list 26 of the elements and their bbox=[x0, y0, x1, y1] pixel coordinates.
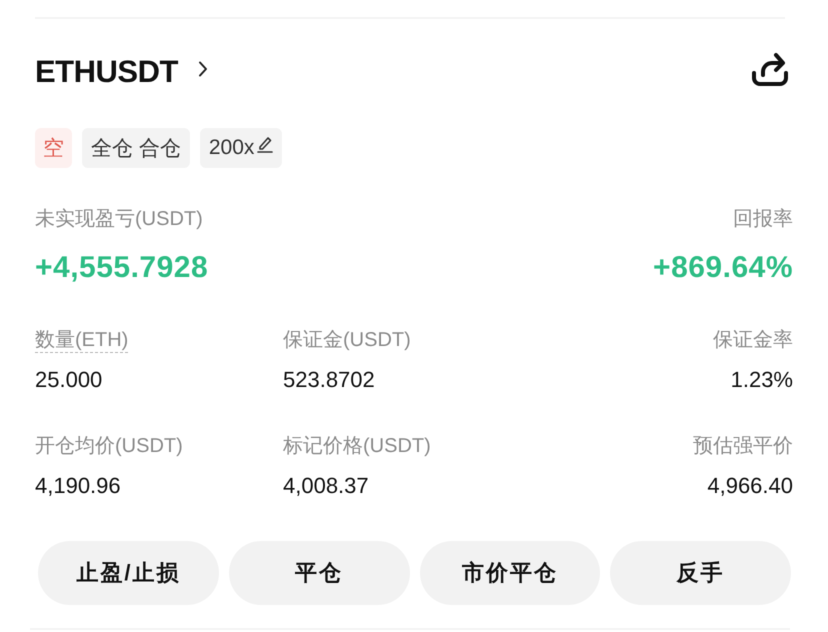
stat-value: 25.000 bbox=[35, 366, 104, 394]
stat-label: 保证金率 bbox=[713, 328, 793, 352]
action-button[interactable]: 平仓 bbox=[228, 541, 410, 605]
pnl-label: 未实现盈亏(USDT) bbox=[35, 207, 204, 232]
leverage-tag[interactable]: 200x bbox=[200, 128, 282, 168]
action-button[interactable]: 市价平仓 bbox=[420, 541, 600, 605]
action-button[interactable]: 反手 bbox=[610, 541, 791, 605]
margin-mode-tag: 全仓 合仓 bbox=[82, 128, 190, 168]
action-button[interactable]: 止盈/止损 bbox=[38, 541, 219, 605]
pnl-label: 回报率 bbox=[732, 207, 793, 232]
share-icon[interactable] bbox=[751, 51, 789, 87]
pnl-value: +869.64% bbox=[653, 250, 793, 286]
stat-value: 4,190.96 bbox=[35, 472, 122, 500]
stat-value: 1.23% bbox=[730, 366, 793, 394]
stat-value: 523.8702 bbox=[283, 366, 376, 394]
stat-label: 预估强平价 bbox=[693, 434, 793, 458]
symbol-title: ETHUSDT bbox=[35, 54, 178, 90]
pnl-value: +4,555.7928 bbox=[35, 250, 208, 286]
stat-label: 保证金(USDT) bbox=[283, 328, 411, 352]
stat-label: 标记价格(USDT) bbox=[283, 434, 431, 458]
side-tag: 空 bbox=[35, 128, 72, 168]
stat-label: 开仓均价(USDT) bbox=[35, 434, 183, 458]
pencil-icon[interactable] bbox=[257, 135, 274, 153]
stat-value: 4,008.37 bbox=[283, 472, 370, 500]
stat-value: 4,966.40 bbox=[706, 472, 793, 500]
chevron-right-icon[interactable] bbox=[198, 61, 208, 77]
